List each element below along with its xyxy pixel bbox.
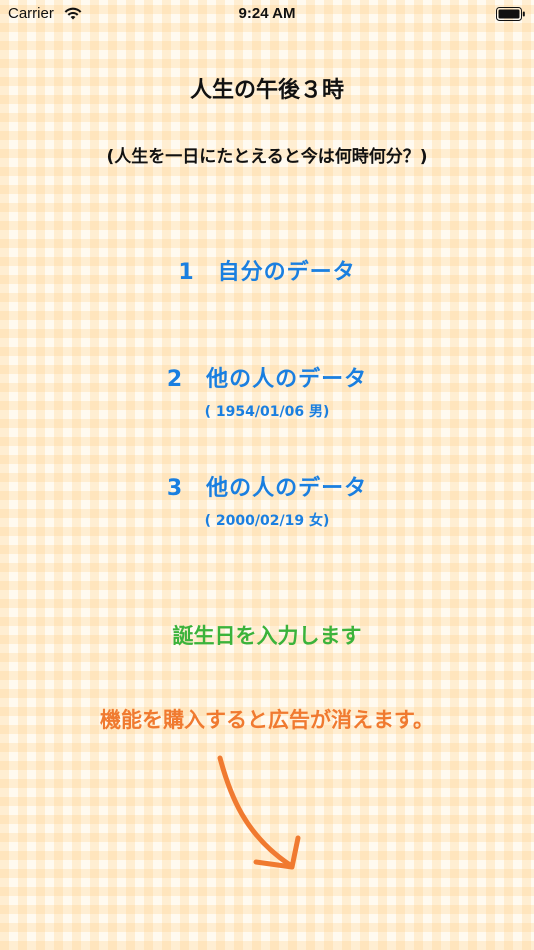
other-data-label-1: 2 他の人のデータ <box>166 367 368 392</box>
status-time: 9:24 AM <box>238 5 296 22</box>
other-data-sub-1: ( 1954/01/06 男) <box>204 404 330 420</box>
page-subtitle: (人生を一日にたとえると今は何時何分？) <box>106 147 428 167</box>
ad-removal-notice: 機能を購入すると広告が消えます。 <box>100 708 434 732</box>
own-data-button[interactable]: 1 自分のデータ <box>0 254 534 286</box>
own-data-label: 1 自分のデータ <box>178 260 356 285</box>
status-bar: Carrier 9:24 AM <box>0 0 534 28</box>
other-data-button-1[interactable]: 2 他の人のデータ ( 1954/01/06 男) <box>0 361 534 421</box>
battery-icon <box>496 6 526 25</box>
other-data-button-2[interactable]: 3 他の人のデータ ( 2000/02/19 女) <box>0 470 534 530</box>
arrow-down-right-icon <box>200 750 320 884</box>
other-data-label-2: 3 他の人のデータ <box>166 476 368 501</box>
other-data-sub-2: ( 2000/02/19 女) <box>204 513 330 529</box>
input-birthday-button[interactable]: 誕生日を入力します <box>0 620 534 650</box>
page-title: 人生の午後３時 <box>189 78 344 103</box>
